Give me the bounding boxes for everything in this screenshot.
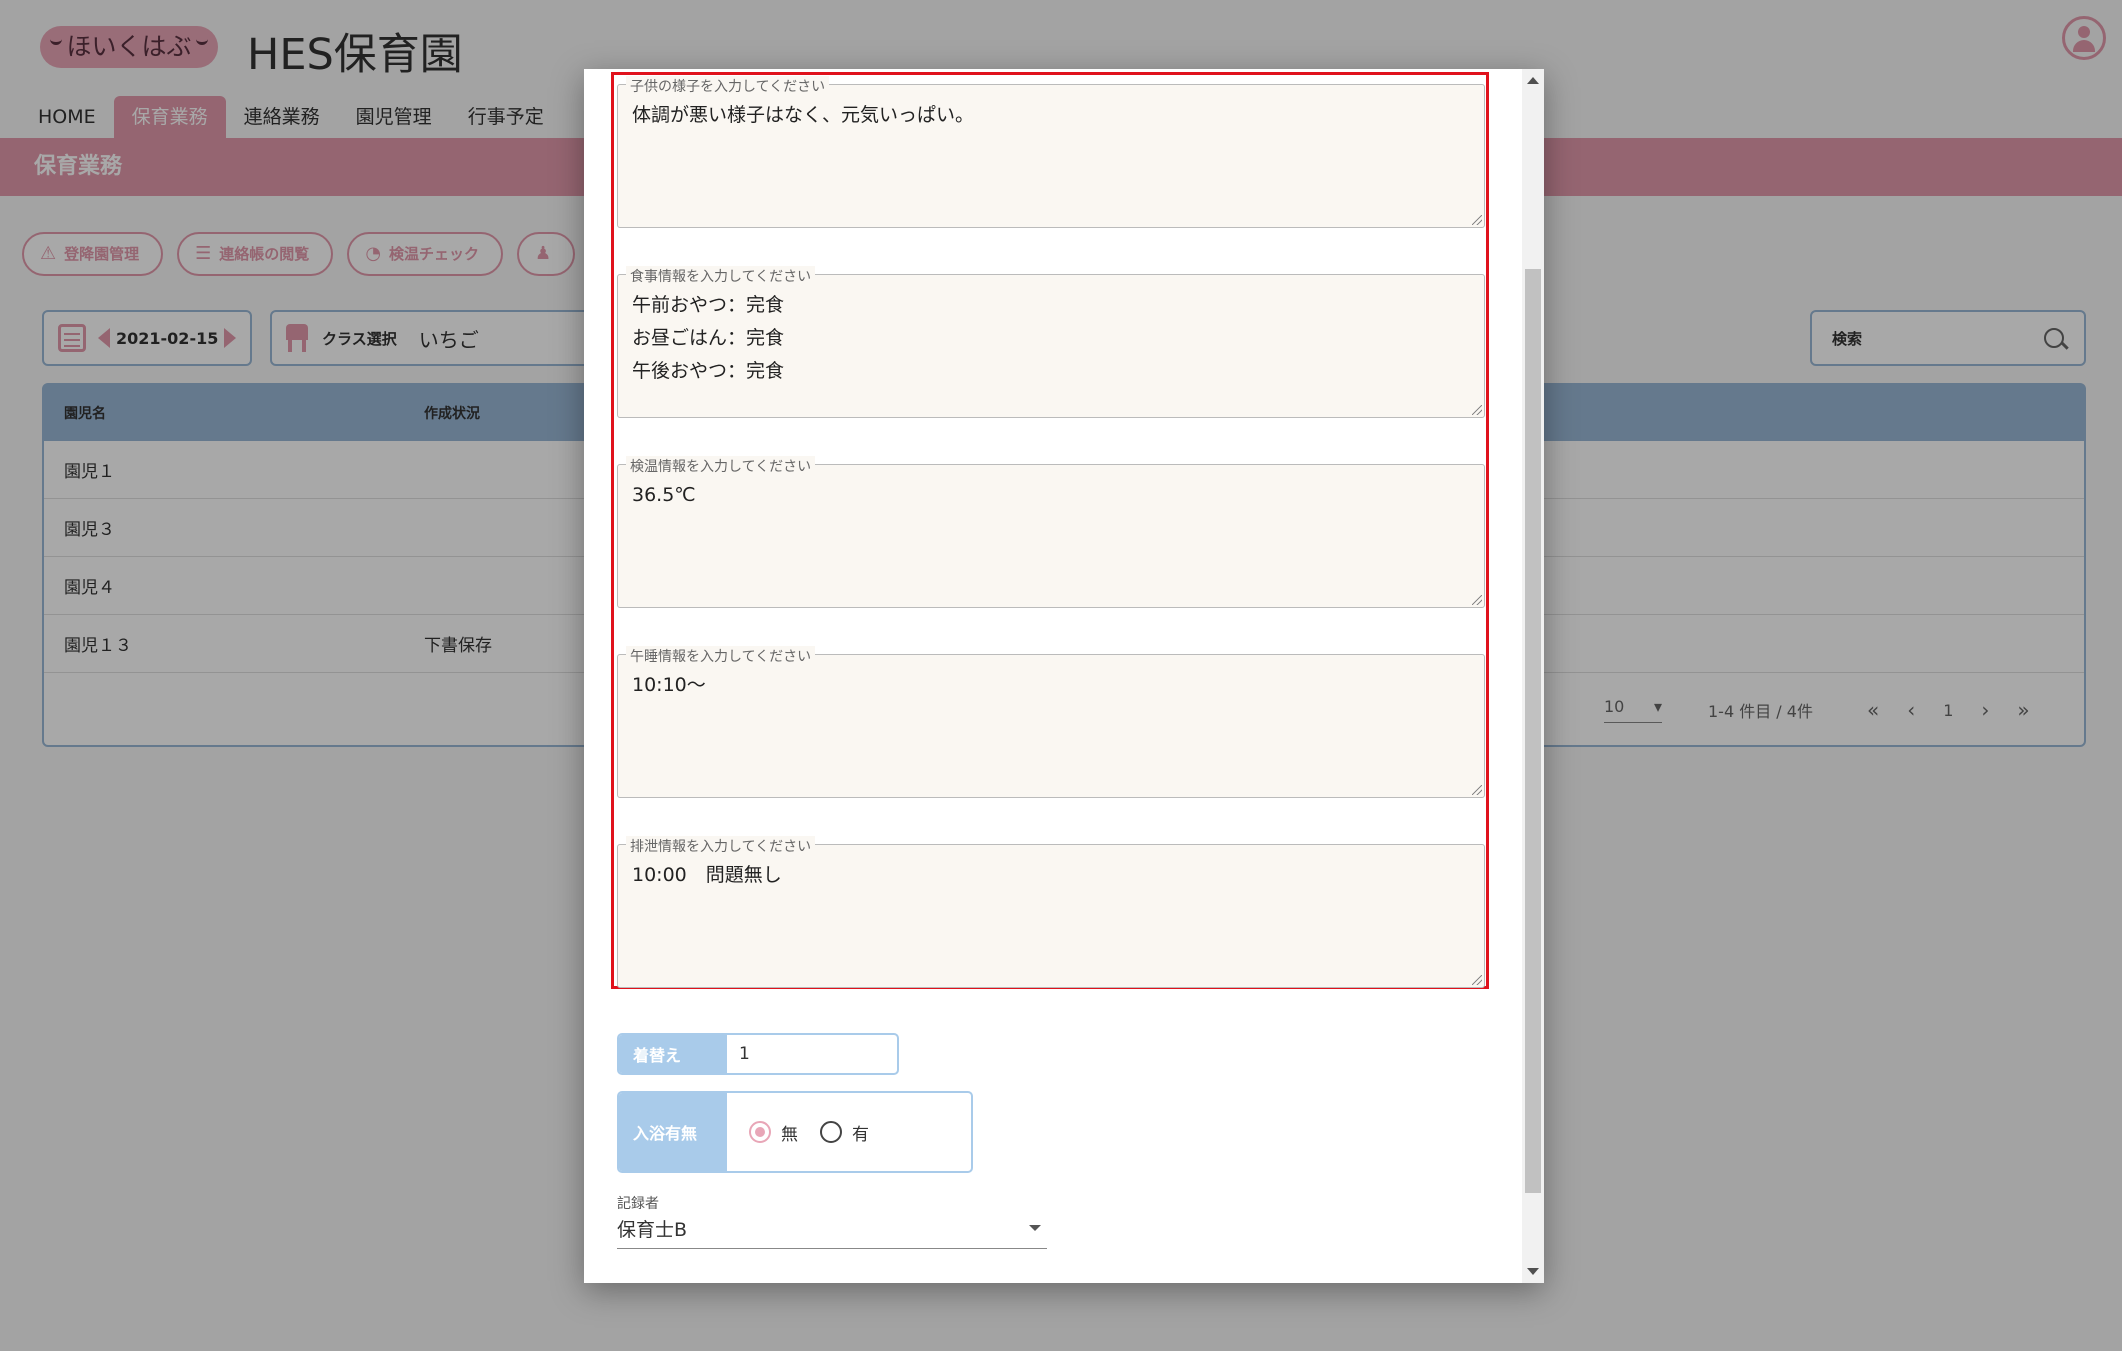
temperature-info-field[interactable]: 検温情報を入力してください 36.5℃ bbox=[617, 456, 1485, 608]
clothes-change-field: 着替え 1 bbox=[617, 1033, 899, 1075]
meal-info-field[interactable]: 食事情報を入力してください 午前おやつ：完食 お昼ごはん：完食 午後おやつ：完食 bbox=[617, 266, 1485, 418]
child-condition-field[interactable]: 子供の様子を入力してください 体調が悪い様子はなく、元気いっぱい。 bbox=[617, 76, 1485, 228]
bath-radio-group: 無 有 bbox=[727, 1093, 891, 1171]
clothes-change-label: 着替え bbox=[619, 1035, 727, 1073]
bath-label: 入浴有無 bbox=[619, 1093, 727, 1171]
field-label: 排泄情報を入力してください bbox=[626, 836, 816, 856]
field-label: 検温情報を入力してください bbox=[626, 456, 816, 476]
field-label: 子供の様子を入力してください bbox=[626, 76, 830, 96]
bath-option-no[interactable]: 無 bbox=[749, 1120, 798, 1145]
modal-scrollbar[interactable] bbox=[1522, 69, 1544, 1283]
radio-unchecked-icon[interactable] bbox=[820, 1121, 842, 1143]
clothes-change-input[interactable]: 1 bbox=[727, 1035, 750, 1073]
scroll-thumb[interactable] bbox=[1525, 269, 1541, 1193]
field-label: 食事情報を入力してください bbox=[626, 266, 816, 286]
field-value: 午前おやつ：完食 お昼ごはん：完食 午後おやつ：完食 bbox=[632, 294, 785, 382]
bath-option-yes[interactable]: 有 bbox=[820, 1120, 869, 1145]
recorder-select[interactable]: 保育士B bbox=[617, 1215, 1047, 1249]
excretion-info-field[interactable]: 排泄情報を入力してください 10:00 問題無し bbox=[617, 836, 1485, 988]
resize-handle-icon[interactable] bbox=[1472, 975, 1482, 985]
caret-down-icon bbox=[1029, 1225, 1041, 1231]
recorder-label: 記録者 bbox=[617, 1196, 659, 1212]
bath-field: 入浴有無 無 有 bbox=[617, 1091, 973, 1173]
field-value: 体調が悪い様子はなく、元気いっぱい。 bbox=[632, 104, 975, 126]
resize-handle-icon[interactable] bbox=[1472, 215, 1482, 225]
resize-handle-icon[interactable] bbox=[1472, 785, 1482, 795]
record-dialog: 子供の様子を入力してください 体調が悪い様子はなく、元気いっぱい。 食事情報を入… bbox=[584, 69, 1544, 1283]
recorder-value: 保育士B bbox=[617, 1219, 688, 1241]
radio-checked-icon[interactable] bbox=[749, 1121, 771, 1143]
field-value: 10:10～ bbox=[632, 674, 706, 696]
resize-handle-icon[interactable] bbox=[1472, 595, 1482, 605]
resize-handle-icon[interactable] bbox=[1472, 405, 1482, 415]
scroll-down-icon[interactable] bbox=[1527, 1268, 1539, 1275]
nap-info-field[interactable]: 午睡情報を入力してください 10:10～ bbox=[617, 646, 1485, 798]
field-value: 10:00 問題無し bbox=[632, 864, 782, 886]
scroll-up-icon[interactable] bbox=[1527, 77, 1539, 84]
field-label: 午睡情報を入力してください bbox=[626, 646, 816, 666]
field-value: 36.5℃ bbox=[632, 484, 696, 506]
